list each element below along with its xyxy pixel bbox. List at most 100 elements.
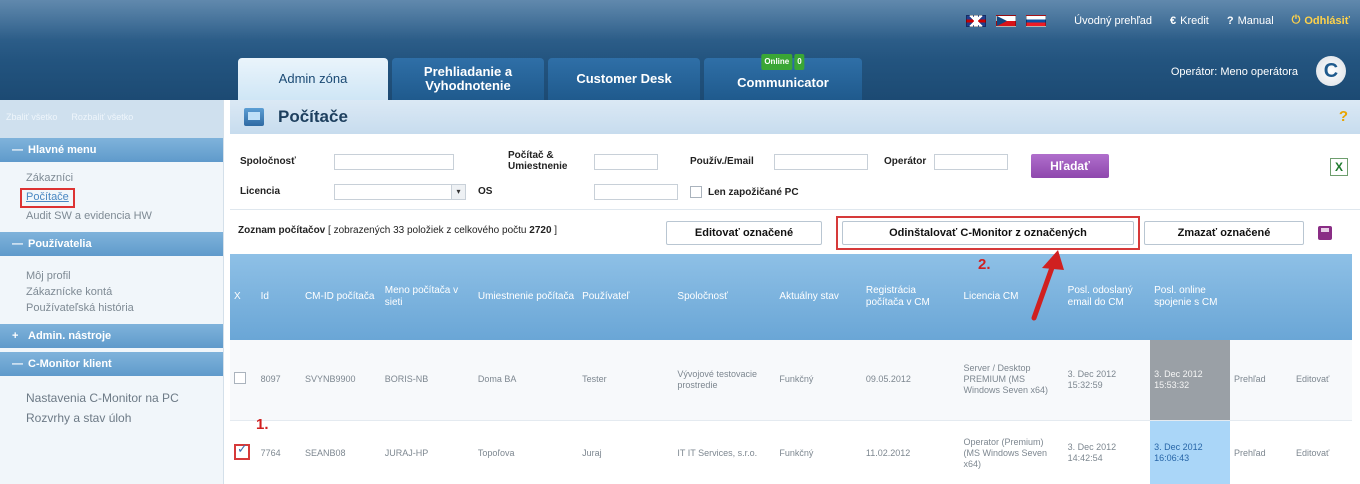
cell-status: Funkčný	[775, 340, 862, 421]
online-badge: Online 0	[761, 54, 805, 70]
delete-selected-button[interactable]: Zmazať označené	[1144, 221, 1304, 245]
tab-customer-desk[interactable]: Customer Desk	[548, 58, 700, 100]
edit-selected-button[interactable]: Editovať označené	[666, 221, 822, 245]
excel-export-icon[interactable]: X	[1330, 158, 1348, 176]
list-middle-text: položiek z celkového počtu	[404, 225, 530, 236]
list-title: Zoznam počítačov	[238, 225, 326, 236]
overview-link[interactable]: Prehľad	[1229, 420, 1293, 484]
company-input[interactable]	[334, 154, 454, 170]
col-name[interactable]: Meno počítača v sieti	[380, 254, 474, 340]
expand-all-link[interactable]: Rozbaliť všetko	[71, 112, 133, 138]
page-title-bar: Počítače ?	[230, 100, 1360, 134]
col-status[interactable]: Aktuálny stav	[775, 254, 862, 340]
sidebar-item-schedules[interactable]: Rozvrhy a stav úloh	[26, 410, 223, 426]
sidebar-list-users: Môj profil Zákaznícke kontá Používateľsk…	[0, 256, 223, 324]
collapse-all-link[interactable]: Zbaliť všetko	[6, 112, 57, 138]
sidebar: Zbaliť všetko Rozbaliť všetko — Hlavné me…	[0, 100, 224, 484]
credit-link[interactable]: € Kredit	[1170, 15, 1209, 27]
tab-browsing-evaluation[interactable]: Prehliadanie a Vyhodnotenie	[392, 58, 544, 100]
sidebar-section-users[interactable]: — Používatelia	[0, 232, 223, 256]
sidebar-item-computers[interactable]: Počítače	[20, 188, 75, 208]
credit-label: Kredit	[1180, 14, 1209, 27]
sidebar-section-main-menu[interactable]: — Hlavné menu	[0, 138, 223, 162]
sidebar-item-cmonitor-settings[interactable]: Nastavenia C-Monitor na PC	[26, 390, 223, 406]
collapse-icon: —	[12, 358, 23, 370]
operator-input[interactable]	[934, 154, 1008, 170]
col-overview	[1229, 254, 1293, 340]
operator-label: Operátor	[884, 156, 927, 167]
col-registered[interactable]: Registrácia počítača v CM	[861, 254, 960, 340]
manual-label: Manual	[1237, 14, 1274, 27]
col-last-online[interactable]: Posl. online spojenie s CM	[1150, 254, 1230, 340]
save-icon[interactable]	[1318, 226, 1332, 240]
annotation-step-2: 2.	[978, 256, 991, 273]
euro-icon: €	[1169, 14, 1177, 27]
search-button[interactable]: Hľadať	[1031, 154, 1109, 178]
row-checkbox[interactable]	[234, 372, 246, 385]
col-id[interactable]: Id	[256, 254, 301, 340]
loaned-pc-checkbox[interactable]	[690, 186, 702, 198]
col-x[interactable]: X	[230, 254, 257, 340]
help-icon[interactable]: ?	[1339, 108, 1348, 125]
manual-link[interactable]: ? Manual	[1227, 15, 1274, 27]
sidebar-item-user-history[interactable]: Používateľská história	[26, 300, 223, 316]
user-email-input[interactable]	[774, 154, 868, 170]
section-title: Admin. nástroje	[28, 330, 112, 342]
sidebar-item-my-profile[interactable]: Môj profil	[26, 268, 223, 284]
computer-input[interactable]	[594, 154, 658, 170]
uk-flag-icon[interactable]	[966, 14, 987, 27]
sidebar-item-audit[interactable]: Audit SW a evidencia HW	[26, 208, 223, 224]
highlight-uninstall	[836, 216, 1140, 250]
cz-flag-icon[interactable]	[996, 14, 1017, 27]
cell-license: Operator (Premium) (MS Windows Seven x64…	[959, 420, 1064, 484]
list-summary: Zoznam počítačov [ zobrazených 33 položi…	[238, 225, 557, 236]
top-links: Úvodný prehľad € Kredit ? Manual ⏻ Odhlásiť	[966, 14, 1350, 27]
overview-link[interactable]: Prehľad	[1229, 340, 1293, 421]
license-label: Licencia	[240, 186, 281, 197]
online-count: 0	[794, 54, 805, 70]
col-cmid[interactable]: CM-ID počítača	[300, 254, 381, 340]
license-select[interactable]: ▾	[334, 184, 466, 200]
main-content: Počítače ? Spoločnosť Počítač & Umiestne…	[230, 100, 1360, 484]
sidebar-section-admin-tools[interactable]: + Admin. nástroje	[0, 324, 223, 348]
tab-communicator[interactable]: Online 0 Communicator	[704, 54, 862, 100]
main-tabs: Admin zóna Prehliadanie a Vyhodnotenie C…	[238, 54, 862, 100]
company-label: Spoločnosť	[240, 156, 296, 167]
tab-label: Communicator	[737, 75, 829, 90]
logout-link[interactable]: ⏻ Odhlásiť	[1292, 14, 1350, 27]
cell-name: BORIS-NB	[380, 340, 474, 421]
col-user[interactable]: Používateľ	[578, 254, 674, 340]
list-shown-text: [ zobrazených	[325, 225, 394, 236]
cell-status: Funkčný	[775, 420, 862, 484]
col-location[interactable]: Umiestnenie počítača	[473, 254, 579, 340]
overview-link[interactable]: Úvodný prehľad	[1074, 15, 1152, 27]
sidebar-section-cmonitor-client[interactable]: — C-Monitor klient	[0, 352, 223, 376]
tab-label: Prehliadanie a Vyhodnotenie	[423, 64, 513, 93]
list-shown-count: 33	[393, 225, 405, 236]
collapse-icon: —	[12, 144, 23, 156]
table-row: 8097 SVYNB9900 BORIS-NB Doma BA Tester V…	[230, 340, 1352, 421]
cell-registered: 11.02.2012	[861, 420, 960, 484]
online-status: Online	[761, 54, 793, 70]
user-email-label: Použív./Email	[690, 156, 754, 167]
os-input[interactable]	[594, 184, 678, 200]
annotation-arrow-icon	[1031, 250, 1064, 321]
row-select-cell	[230, 340, 257, 421]
cell-last-email: 3. Dec 2012 14:42:54	[1063, 420, 1151, 484]
sidebar-item-customers[interactable]: Zákazníci	[26, 170, 223, 186]
cell-last-online: 3. Dec 2012 15:53:32	[1150, 340, 1230, 421]
page-title: Počítače	[278, 107, 348, 126]
cell-location: Doma BA	[473, 340, 579, 421]
edit-link[interactable]: Editovať	[1292, 340, 1352, 421]
edit-link[interactable]: Editovať	[1292, 420, 1352, 484]
sk-flag-icon[interactable]	[1026, 14, 1047, 27]
sidebar-item-customer-accounts[interactable]: Zákaznícke kontá	[26, 284, 223, 300]
tab-admin-zone[interactable]: Admin zóna	[238, 58, 388, 100]
section-title: Hlavné menu	[28, 144, 97, 156]
cell-cmid: SVYNB9900	[300, 340, 381, 421]
cell-location: Topoľova	[473, 420, 579, 484]
row-checkbox-checked[interactable]	[234, 443, 250, 460]
col-company[interactable]: Spoločnosť	[673, 254, 776, 340]
expand-icon: +	[12, 330, 19, 342]
sidebar-list-main: Zákazníci Počítače Audit SW a evidencia …	[0, 162, 223, 232]
